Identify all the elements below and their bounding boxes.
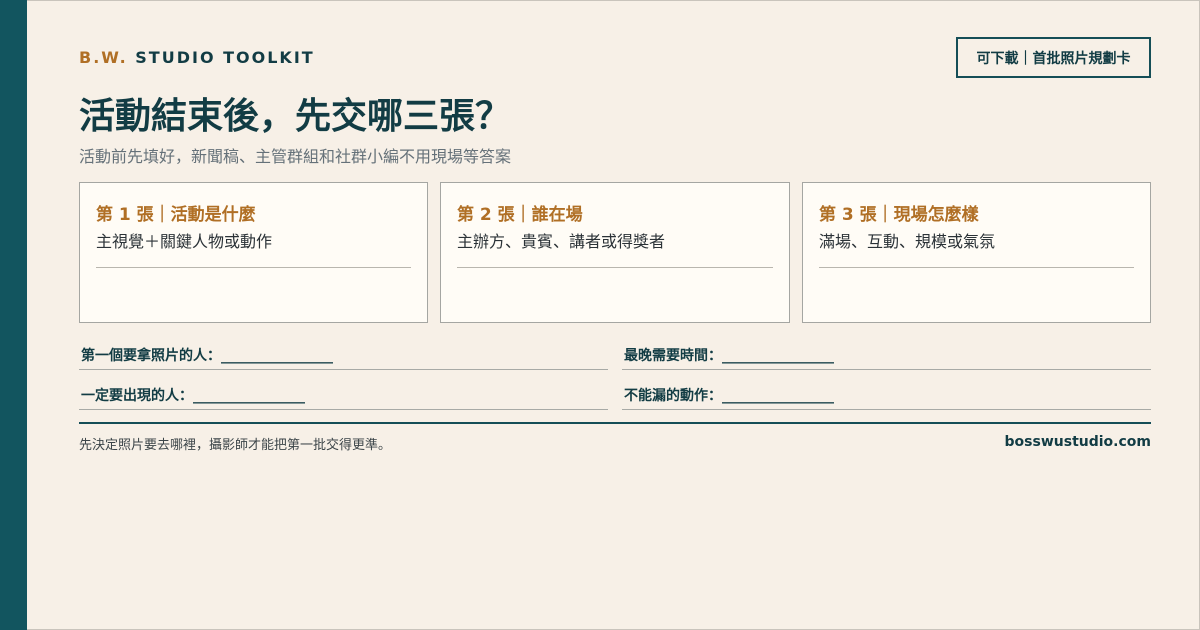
field-label: 第一個要拿照片的人：________________ xyxy=(81,348,333,364)
field-label: 不能漏的動作：________________ xyxy=(624,388,834,404)
photo-card-1: 第 1 張｜活動是什麼 主視覺＋關鍵人物或動作 xyxy=(79,182,428,323)
footer-note: 先決定照片要去哪裡，攝影師才能把第一批交得更準。 xyxy=(79,438,392,453)
field-first-recipient: 第一個要拿照片的人：________________ xyxy=(79,343,608,370)
card-title: 第 3 張｜現場怎麼樣 xyxy=(819,205,979,225)
field-label: 最晚需要時間：________________ xyxy=(624,348,834,364)
page-title: 活動結束後，先交哪三張？ xyxy=(79,95,512,137)
card-write-line xyxy=(457,267,773,268)
brand-name: STUDIO TOOLKIT xyxy=(135,48,315,67)
card-description: 主辦方、貴賓、講者或得獎者 xyxy=(457,232,666,251)
brand-logo: B.W. STUDIO TOOLKIT xyxy=(79,48,315,67)
field-key-action: 不能漏的動作：________________ xyxy=(622,383,1151,410)
website-link[interactable]: bosswustudio.com xyxy=(1005,434,1151,450)
card-description: 主視覺＋關鍵人物或動作 xyxy=(96,232,273,251)
photo-card-3: 第 3 張｜現場怎麼樣 滿場、互動、規模或氣氛 xyxy=(802,182,1151,323)
side-accent-bar xyxy=(0,0,27,630)
field-label: 一定要出現的人：________________ xyxy=(81,388,305,404)
card-title: 第 1 張｜活動是什麼 xyxy=(96,205,256,225)
card-title: 第 2 張｜誰在場 xyxy=(457,205,583,225)
footer-divider xyxy=(79,422,1151,424)
field-must-appear: 一定要出現的人：________________ xyxy=(79,383,608,410)
card-description: 滿場、互動、規模或氣氛 xyxy=(819,232,996,251)
brand-initials: B.W. xyxy=(79,48,128,67)
field-deadline: 最晚需要時間：________________ xyxy=(622,343,1151,370)
card-write-line xyxy=(96,267,411,268)
download-badge[interactable]: 可下載｜首批照片規劃卡 xyxy=(956,37,1151,78)
photo-card-2: 第 2 張｜誰在場 主辦方、貴賓、講者或得獎者 xyxy=(440,182,790,323)
page-subtitle: 活動前先填好，新聞稿、主管群組和社群小編不用現場等答案 xyxy=(79,147,512,166)
card-write-line xyxy=(819,267,1134,268)
